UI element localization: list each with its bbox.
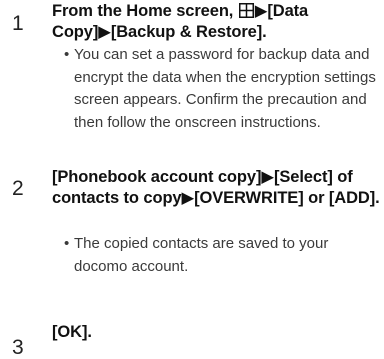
step-number: 3: [12, 336, 24, 359]
step-note: • You can set a password for backup data…: [64, 44, 382, 134]
bullet: •: [64, 235, 70, 252]
step-number: 1: [12, 12, 24, 35]
app-grid-icon: [238, 3, 254, 18]
step-note-text: The copied contacts are saved to your do…: [74, 235, 329, 275]
step-note: • The copied contacts are saved to your …: [64, 233, 382, 278]
step-number: 2: [12, 177, 24, 200]
step-instruction: From the Home screen, ▶[Data Copy]▶[Back…: [52, 1, 380, 43]
step-note-text: You can set a password for backup data a…: [74, 46, 376, 131]
step-instruction-prefix: From the Home screen,: [52, 2, 234, 20]
step-instruction: [OK].: [52, 323, 92, 341]
bullet: •: [64, 46, 70, 63]
step-instruction: [Phonebook account copy]▶[Select] of con…: [52, 168, 380, 207]
